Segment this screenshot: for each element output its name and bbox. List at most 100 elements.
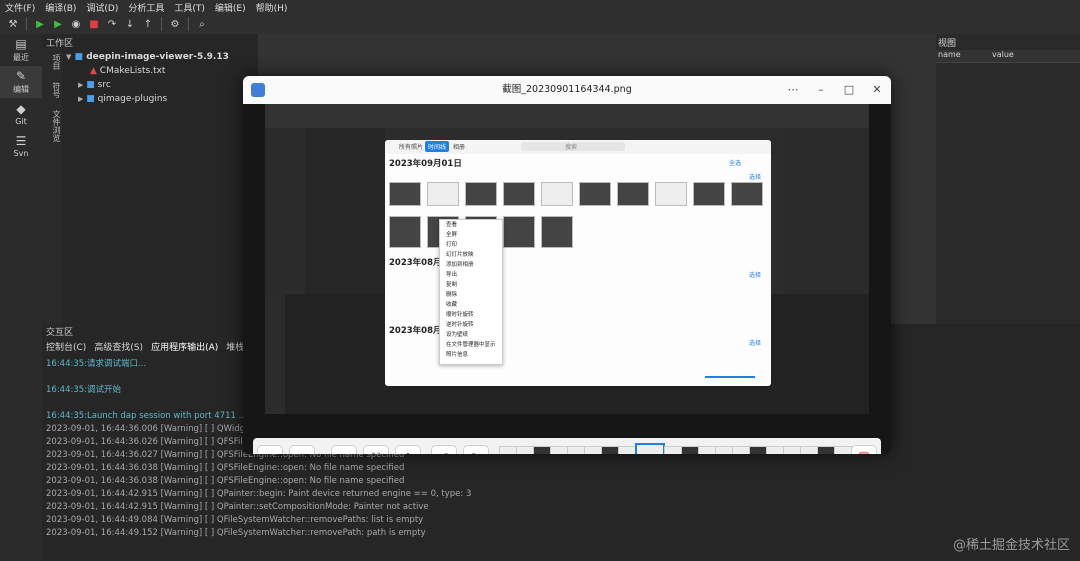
- strip-thumbnail[interactable]: [783, 446, 801, 454]
- strip-thumbnail[interactable]: [601, 446, 619, 454]
- menu-item[interactable]: 编译(B): [40, 1, 81, 14]
- album-tab-all[interactable]: 所有照片: [399, 142, 423, 151]
- album-thumbnail[interactable]: [541, 182, 573, 206]
- strip-thumbnail[interactable]: [516, 446, 534, 454]
- tree-item-root[interactable]: ▼ ■ deepin-image-viewer-5.9.13: [66, 50, 229, 64]
- stop-icon[interactable]: ■: [87, 17, 101, 31]
- tree-item-cmake[interactable]: ▲ CMakeLists.txt: [66, 64, 229, 78]
- maximize-icon[interactable]: □: [841, 82, 857, 98]
- activity-svn[interactable]: ☰ Svn: [0, 130, 42, 162]
- next-icon[interactable]: ›: [289, 445, 315, 454]
- tree-item-qimage-plugins[interactable]: ▶ ■ qimage-plugins: [66, 92, 229, 106]
- album-thumbnail[interactable]: [541, 216, 573, 248]
- strip-thumbnail[interactable]: [800, 446, 818, 454]
- settings-icon[interactable]: ⚙: [168, 17, 182, 31]
- attach-icon[interactable]: ◉: [69, 17, 83, 31]
- album-select-link-3[interactable]: 选择: [749, 338, 761, 347]
- console-tab[interactable]: 控制台(C): [46, 340, 86, 353]
- album-thumbnail[interactable]: [465, 182, 497, 206]
- close-icon[interactable]: ✕: [869, 82, 885, 98]
- album-thumbnail[interactable]: [389, 216, 421, 248]
- context-menu-item[interactable]: 全屏: [440, 230, 502, 240]
- context-menu-item[interactable]: 设为壁纸: [440, 330, 502, 340]
- ocr-icon[interactable]: A: [395, 445, 421, 454]
- strip-thumbnail[interactable]: [499, 446, 517, 454]
- context-menu-item[interactable]: 打印: [440, 240, 502, 250]
- strip-thumbnail[interactable]: [766, 446, 784, 454]
- menu-item[interactable]: 调试(D): [81, 1, 123, 14]
- album-select-link[interactable]: 选择: [749, 172, 761, 181]
- strip-thumbnail[interactable]: [584, 446, 602, 454]
- menu-item[interactable]: 文件(F): [0, 1, 40, 14]
- album-search-input[interactable]: 搜索: [521, 142, 625, 151]
- context-menu-item[interactable]: 复制: [440, 280, 502, 290]
- album-select-link-2[interactable]: 选择: [749, 270, 761, 279]
- album-thumbnail[interactable]: [503, 216, 535, 248]
- album-thumbnail[interactable]: [617, 182, 649, 206]
- run-icon[interactable]: ▶: [33, 17, 47, 31]
- context-menu-item[interactable]: 导出: [440, 270, 502, 280]
- strip-thumbnail[interactable]: [635, 443, 665, 454]
- activity-recent[interactable]: ▤ 最近: [0, 34, 42, 66]
- activity-git[interactable]: ◆ Git: [0, 98, 42, 130]
- strip-thumbnail[interactable]: [567, 446, 585, 454]
- context-menu-item[interactable]: 删除: [440, 290, 502, 300]
- delete-icon[interactable]: 🗑: [851, 445, 877, 454]
- vtab-symbol[interactable]: 符号: [42, 76, 62, 104]
- tree-item-src[interactable]: ▶ ■ src: [66, 78, 229, 92]
- album-thumbnail[interactable]: [693, 182, 725, 206]
- vtab-file-browser[interactable]: 文件浏览: [42, 104, 62, 148]
- menu-item[interactable]: 帮助(H): [251, 1, 293, 14]
- step-into-icon[interactable]: ↓: [123, 17, 137, 31]
- album-thumbnail[interactable]: [731, 182, 763, 206]
- rotate-right-icon[interactable]: ↻: [463, 445, 489, 454]
- menu-item[interactable]: 分析工具: [123, 1, 169, 14]
- strip-thumbnail[interactable]: [681, 446, 699, 454]
- step-over-icon[interactable]: ↷: [105, 17, 119, 31]
- search-icon[interactable]: ⌕: [195, 17, 209, 31]
- album-tab-albums[interactable]: 相册: [453, 142, 465, 151]
- strip-thumbnail[interactable]: [732, 446, 750, 454]
- album-zoom-slider[interactable]: [705, 376, 755, 378]
- album-tab-timeline[interactable]: 时间线: [425, 141, 450, 152]
- previous-icon[interactable]: ‹: [257, 445, 283, 454]
- album-thumbnail[interactable]: [389, 182, 421, 206]
- rotate-left-icon[interactable]: ↺: [431, 445, 457, 454]
- context-menu-item[interactable]: 逆时针旋转: [440, 320, 502, 330]
- viewer-canvas[interactable]: 所有照片 时间线 相册 搜索 2023年09月01日 全选 选择 2023年08…: [243, 104, 891, 454]
- album-select-all[interactable]: 全选: [729, 158, 741, 167]
- minimize-icon[interactable]: –: [813, 82, 829, 98]
- debug-run-icon[interactable]: ▶: [51, 17, 65, 31]
- context-menu-item[interactable]: 收藏: [440, 300, 502, 310]
- album-thumbnail[interactable]: [503, 182, 535, 206]
- strip-thumbnail[interactable]: [533, 446, 551, 454]
- album-thumbnail[interactable]: [579, 182, 611, 206]
- menu-item[interactable]: 编辑(E): [210, 1, 251, 14]
- fit-window-icon[interactable]: ⛶: [363, 445, 389, 454]
- more-icon[interactable]: ⋯: [785, 82, 801, 98]
- menu-item[interactable]: 工具(T): [169, 1, 210, 14]
- strip-thumbnail[interactable]: [817, 446, 835, 454]
- strip-thumbnail[interactable]: [834, 446, 852, 454]
- strip-thumbnail[interactable]: [749, 446, 767, 454]
- console-tab[interactable]: 高级查找(S): [94, 340, 143, 353]
- context-menu-item[interactable]: 在文件管理器中显示: [440, 340, 502, 350]
- context-menu-item[interactable]: 查看: [440, 220, 502, 230]
- step-out-icon[interactable]: ↑: [141, 17, 155, 31]
- hammer-icon[interactable]: ⚒: [6, 17, 20, 31]
- vtab-project[interactable]: 项目: [42, 48, 62, 76]
- context-menu-item[interactable]: 幻灯片放映: [440, 250, 502, 260]
- album-thumbnail[interactable]: [655, 182, 687, 206]
- strip-thumbnail[interactable]: [715, 446, 733, 454]
- original-size-icon[interactable]: ▭: [331, 445, 357, 454]
- console-tab[interactable]: 应用程序输出(A): [151, 340, 218, 353]
- strip-thumbnail[interactable]: [698, 446, 716, 454]
- album-thumbnail[interactable]: [427, 182, 459, 206]
- context-menu-item[interactable]: 顺时针旋转: [440, 310, 502, 320]
- strip-thumbnail[interactable]: [550, 446, 568, 454]
- strip-thumbnail[interactable]: [664, 446, 682, 454]
- strip-thumbnail[interactable]: [618, 446, 636, 454]
- context-menu-item[interactable]: 照片信息: [440, 350, 502, 360]
- activity-edit[interactable]: ✎ 编辑: [0, 66, 42, 98]
- context-menu-item[interactable]: 添加到相册: [440, 260, 502, 270]
